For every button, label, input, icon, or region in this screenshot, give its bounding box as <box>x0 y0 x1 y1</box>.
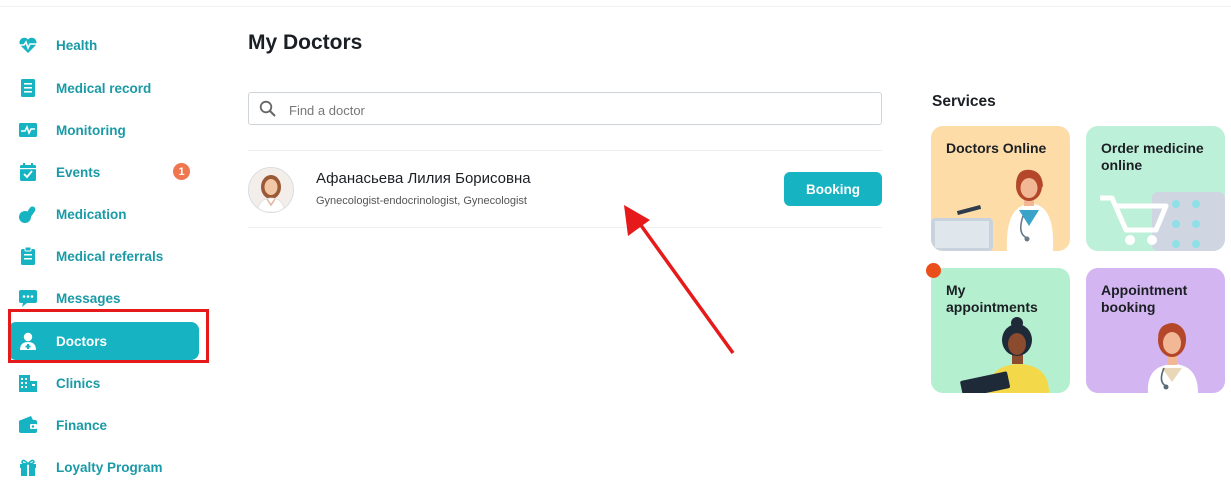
card-title: Doctors Online <box>946 140 1047 156</box>
sidebar-item-loyalty-program[interactable]: Loyalty Program <box>8 448 199 486</box>
sidebar: Health Medical record Monitoring Events … <box>0 0 215 479</box>
doctor-list-item[interactable]: Афанасьева Лилия Борисовна Gynecologist-… <box>248 150 882 228</box>
sidebar-item-label: Medication <box>56 206 127 222</box>
clipboard-icon <box>21 246 35 265</box>
search-input[interactable] <box>287 99 871 121</box>
doctor-specialty: Gynecologist-endocrinologist, Gynecologi… <box>316 195 527 207</box>
doctor-avatar <box>248 167 294 213</box>
service-card-order-medicine[interactable]: Order medicine online <box>1086 126 1225 251</box>
sidebar-item-health[interactable]: Health <box>8 26 199 64</box>
sidebar-item-medication[interactable]: Medication <box>8 195 199 233</box>
appointments-notification-dot <box>926 263 941 278</box>
sidebar-item-medical-referrals[interactable]: Medical referrals <box>8 237 199 275</box>
sidebar-item-finance[interactable]: Finance <box>8 406 199 444</box>
sidebar-item-label: Events <box>56 164 101 180</box>
services-title: Services <box>932 93 996 110</box>
sidebar-item-label: Health <box>56 37 98 53</box>
search-icon <box>259 100 276 117</box>
sidebar-item-label: Medical record <box>56 80 152 96</box>
gift-icon <box>20 459 36 476</box>
sidebar-item-label: Loyalty Program <box>56 459 163 475</box>
building-icon <box>19 375 37 392</box>
booking-button[interactable]: Booking <box>784 172 882 206</box>
heart-pulse-icon <box>19 37 37 53</box>
sidebar-item-monitoring[interactable]: Monitoring <box>8 111 199 149</box>
card-title: My appointments <box>946 282 1038 315</box>
sidebar-item-label: Messages <box>56 290 121 306</box>
pills-icon <box>19 206 36 223</box>
sidebar-item-label: Clinics <box>56 375 101 391</box>
service-card-appointment-booking[interactable]: Appointment booking <box>1086 268 1225 393</box>
sidebar-item-label: Medical referrals <box>56 248 164 264</box>
sidebar-item-label: Finance <box>56 417 108 433</box>
sidebar-item-medical-record[interactable]: Medical record <box>8 69 199 107</box>
service-card-doctors-online[interactable]: Doctors Online <box>931 126 1070 251</box>
annotation-highlight-box <box>8 309 209 363</box>
monitor-chart-icon <box>19 123 37 137</box>
page-title: My Doctors <box>248 31 363 54</box>
wallet-icon <box>19 416 37 433</box>
search-box <box>248 92 882 125</box>
sidebar-item-clinics[interactable]: Clinics <box>8 364 199 402</box>
document-list-icon <box>21 79 35 97</box>
chat-icon <box>19 290 37 307</box>
card-title: Appointment booking <box>1101 282 1188 315</box>
sidebar-item-events[interactable]: Events 1 <box>8 153 199 191</box>
events-count-badge: 1 <box>173 163 190 180</box>
calendar-check-icon <box>20 163 36 181</box>
doctor-name: Афанасьева Лилия Борисовна <box>316 170 531 187</box>
sidebar-item-label: Monitoring <box>56 122 126 138</box>
service-card-my-appointments[interactable]: My appointments <box>931 268 1070 393</box>
card-title: Order medicine online <box>1101 140 1204 173</box>
